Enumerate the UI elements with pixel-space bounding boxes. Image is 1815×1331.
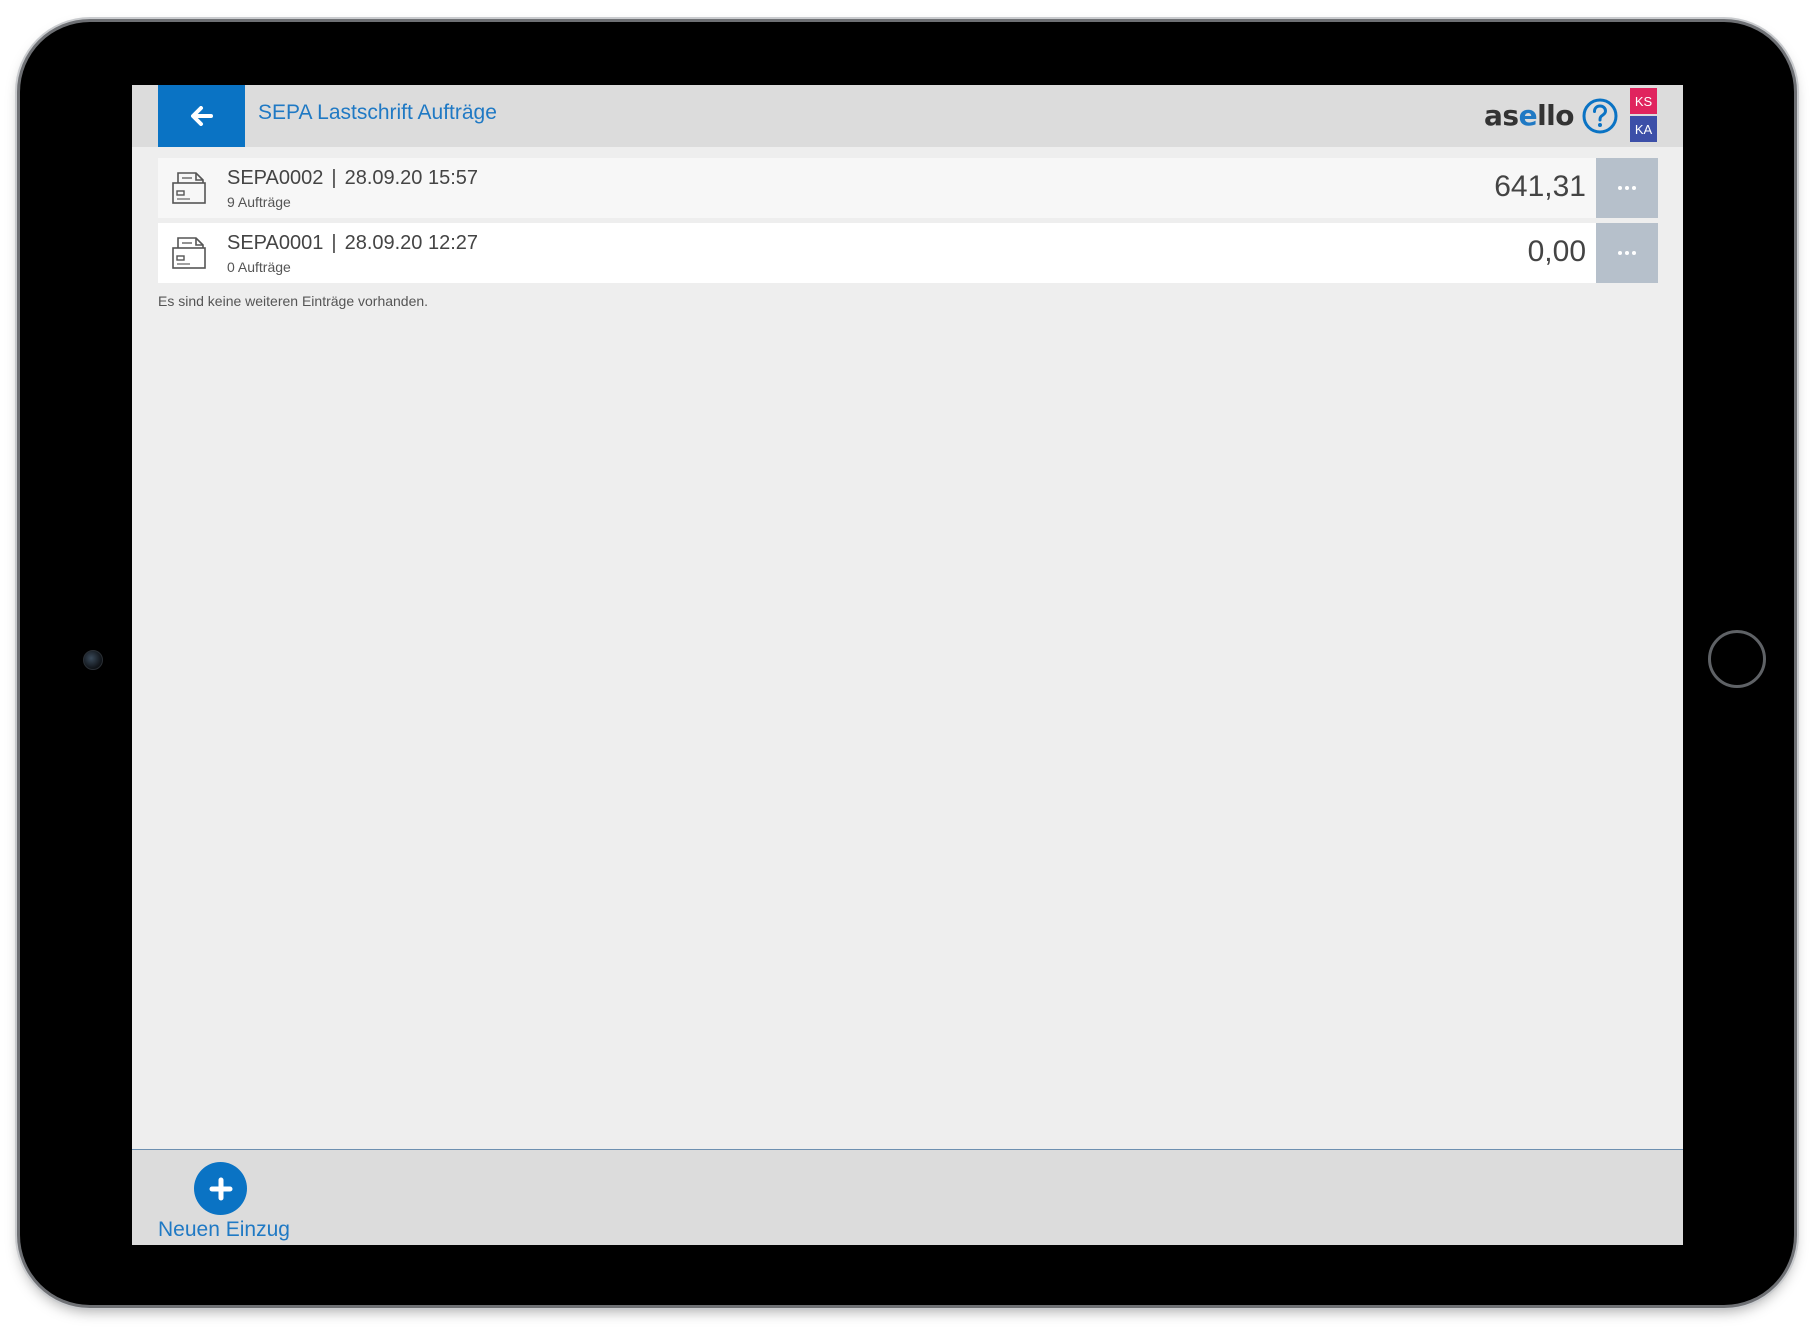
add-button-circle[interactable] <box>194 1162 247 1215</box>
brand-logo-suffix: llo <box>1537 99 1574 132</box>
brand-logo: asello <box>1484 99 1574 132</box>
list-item-title: SEPA0001 | 28.09.20 12:27 <box>227 232 478 255</box>
camera-icon <box>83 650 103 670</box>
help-button[interactable] <box>1582 98 1618 134</box>
list-item-separator: | <box>331 232 337 254</box>
list-item-datetime: 28.09.20 15:57 <box>344 167 479 189</box>
list-item-subtitle: 9 Aufträge <box>227 194 291 210</box>
back-button[interactable] <box>158 85 245 147</box>
list-item-datetime: 28.09.20 12:27 <box>344 232 479 254</box>
more-dots-icon <box>1618 251 1636 255</box>
list-item-title: SEPA0002 | 28.09.20 15:57 <box>227 167 478 190</box>
list-item[interactable]: SEPA0001 | 28.09.20 12:27 0 Aufträge 0,00 <box>158 223 1658 283</box>
badge-ks[interactable]: KS <box>1630 88 1657 114</box>
list-item-id: SEPA0001 <box>227 232 324 254</box>
brand-logo-prefix: as <box>1484 99 1519 132</box>
list-item-id: SEPA0002 <box>227 167 324 189</box>
list-item-amount: 0,00 <box>1527 235 1586 268</box>
more-button[interactable] <box>1596 223 1658 283</box>
more-dots-icon <box>1618 186 1636 190</box>
sepa-document-icon <box>172 237 206 269</box>
header-bar: SEPA Lastschrift Aufträge asello KS KA <box>132 85 1683 147</box>
page-title: SEPA Lastschrift Aufträge <box>258 101 497 124</box>
footer-bar: Neuen Einzug <box>132 1149 1683 1245</box>
plus-icon <box>209 1177 232 1200</box>
empty-list-note: Es sind keine weiteren Einträge vorhande… <box>158 293 429 309</box>
sepa-document-icon <box>172 172 206 204</box>
badge-ka[interactable]: KA <box>1630 116 1657 142</box>
question-circle-icon <box>1582 98 1618 134</box>
new-entry-button[interactable]: Neuen Einzug <box>158 1162 298 1242</box>
new-entry-label[interactable]: Neuen Einzug <box>158 1218 290 1242</box>
more-button[interactable] <box>1596 158 1658 218</box>
app-screen: SEPA Lastschrift Aufträge asello KS KA S… <box>132 85 1683 1245</box>
list-item-subtitle: 0 Aufträge <box>227 259 291 275</box>
home-button[interactable] <box>1708 630 1766 688</box>
sepa-order-list: SEPA0002 | 28.09.20 15:57 9 Aufträge 641,3… <box>158 158 1658 288</box>
arrow-left-icon <box>190 106 213 126</box>
list-item[interactable]: SEPA0002 | 28.09.20 15:57 9 Aufträge 641,3… <box>158 158 1658 218</box>
brand-logo-accent: e <box>1518 99 1538 132</box>
list-item-amount: 641,31 <box>1494 170 1586 203</box>
list-item-separator: | <box>331 167 337 189</box>
